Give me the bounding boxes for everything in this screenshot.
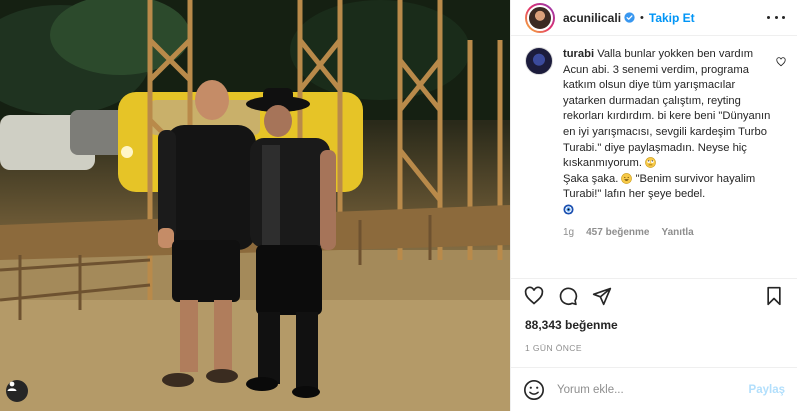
comment-text-part-1: Valla bunlar yokken ben vardım Acun abi.… (563, 48, 774, 170)
comment-time[interactable]: 1g (563, 225, 574, 241)
comments-list[interactable]: turabi Valla bunlar yokken ben vardım Ac… (511, 37, 797, 273)
post-actions-bar (511, 278, 797, 312)
commenter-username[interactable]: turabi (563, 48, 594, 60)
comment-text-part-2: Şaka şaka. (563, 172, 619, 185)
header-separator: • (640, 11, 644, 24)
nazar-amulet-emoji-icon (563, 204, 574, 215)
rolling-eyes-emoji-icon (645, 157, 656, 168)
author-username[interactable]: acunilicali (563, 11, 621, 25)
comment-like-heart-icon[interactable] (776, 57, 786, 67)
comment-text: turabi Valla bunlar yokken ben vardım Ac… (563, 47, 781, 219)
reply-button[interactable]: Yanıtla (662, 225, 694, 241)
post-comment-button[interactable]: Paylaş (749, 384, 785, 396)
comment-icon[interactable] (557, 285, 579, 307)
commenter-avatar[interactable] (525, 47, 553, 75)
photo-scene (0, 0, 510, 411)
post-photo[interactable] (0, 0, 510, 411)
verified-badge-icon (624, 12, 635, 23)
comment-input[interactable] (557, 383, 749, 396)
person-tag-icon[interactable] (6, 380, 28, 402)
more-options-icon[interactable] (767, 12, 785, 24)
post-sidebar: acunilicali • Takip Et turabi Valla bunl… (510, 0, 797, 411)
author-avatar[interactable] (525, 2, 555, 33)
heart-icon[interactable] (523, 285, 545, 307)
bookmark-icon[interactable] (763, 285, 785, 307)
post-header: acunilicali • Takip Et (511, 0, 797, 36)
follow-button[interactable]: Takip Et (649, 11, 695, 25)
grinning-emoji-icon (621, 172, 633, 184)
comment-body: turabi Valla bunlar yokken ben vardım Ac… (563, 47, 781, 240)
add-comment-bar: Paylaş (511, 367, 797, 411)
comment-likes[interactable]: 457 beğenme (586, 225, 649, 241)
post-date[interactable]: 1 GÜN ÖNCE (525, 343, 582, 353)
share-icon[interactable] (591, 285, 613, 307)
comment-meta: 1g 457 beğenme Yanıtla (563, 225, 781, 241)
post-likes-count[interactable]: 88,343 beğenme (525, 318, 618, 332)
comment-item: turabi Valla bunlar yokken ben vardım Ac… (525, 47, 783, 240)
emoji-picker-icon[interactable] (523, 379, 545, 401)
